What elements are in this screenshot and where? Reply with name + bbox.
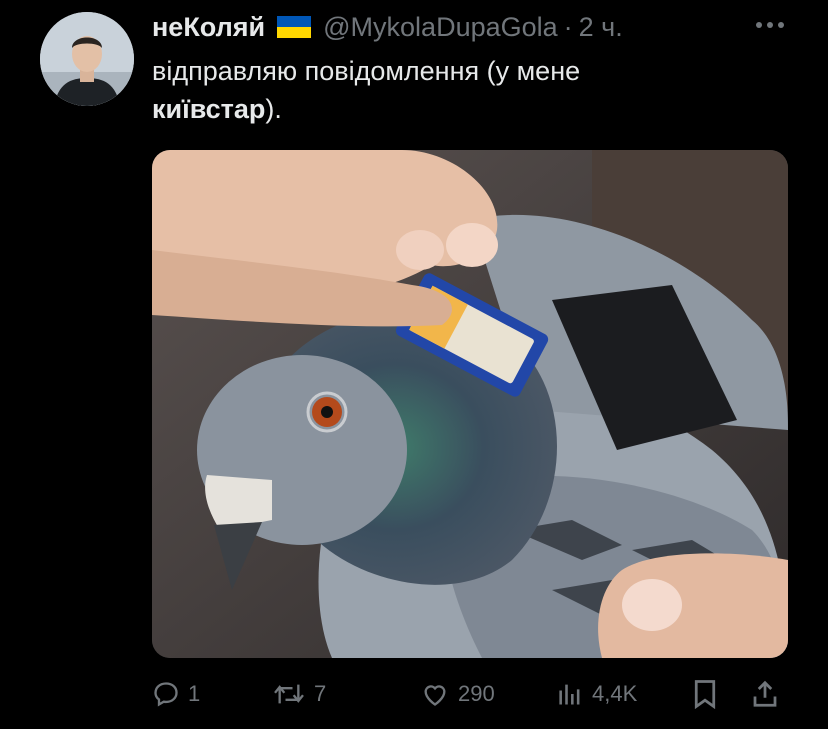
reply-button[interactable]: 1 bbox=[152, 672, 200, 716]
display-name[interactable]: неКоляй bbox=[152, 12, 265, 43]
more-options-button[interactable] bbox=[752, 12, 788, 38]
reply-count: 1 bbox=[188, 681, 201, 706]
retweet-button[interactable]: 7 bbox=[272, 672, 326, 716]
separator-dot: · bbox=[563, 11, 573, 42]
tweet-header: неКоляй @MykolaDupaGola · 2 ч. bbox=[152, 10, 758, 44]
like-button[interactable]: 290 bbox=[420, 672, 495, 716]
tweet-text-bold: київстар bbox=[152, 94, 266, 124]
reply-icon bbox=[154, 682, 178, 707]
retweet-count: 7 bbox=[314, 681, 327, 706]
timestamp[interactable]: 2 ч. bbox=[579, 12, 623, 43]
ukraine-flag-icon bbox=[277, 16, 312, 38]
views-icon bbox=[559, 684, 580, 705]
views-count: 4,4K bbox=[592, 681, 638, 706]
avatar[interactable] bbox=[40, 12, 134, 106]
like-count: 290 bbox=[458, 681, 495, 706]
share-icon bbox=[753, 680, 777, 707]
like-icon bbox=[424, 685, 446, 706]
more-dots-icon bbox=[756, 22, 784, 28]
share-button[interactable] bbox=[750, 672, 780, 716]
tweet-text: відправляю повідомлення (у мене київстар… bbox=[152, 52, 712, 128]
tweet[interactable]: неКоляй @MykolaDupaGola · 2 ч. відправля… bbox=[0, 0, 828, 729]
tweet-text-part: відправляю повідомлення (у мене bbox=[152, 56, 581, 86]
photo-icon bbox=[152, 150, 788, 658]
user-handle[interactable]: @MykolaDupaGola bbox=[323, 12, 558, 43]
tweet-actions: 1 7 290 4,4K bbox=[152, 672, 788, 716]
retweet-icon bbox=[274, 684, 304, 704]
user-avatar-icon bbox=[40, 12, 134, 106]
bookmark-icon bbox=[694, 680, 716, 709]
tweet-image[interactable] bbox=[152, 150, 788, 658]
bookmark-button[interactable] bbox=[692, 672, 718, 716]
tweet-text-end: ). bbox=[265, 94, 282, 124]
views-button[interactable]: 4,4K bbox=[556, 672, 637, 716]
